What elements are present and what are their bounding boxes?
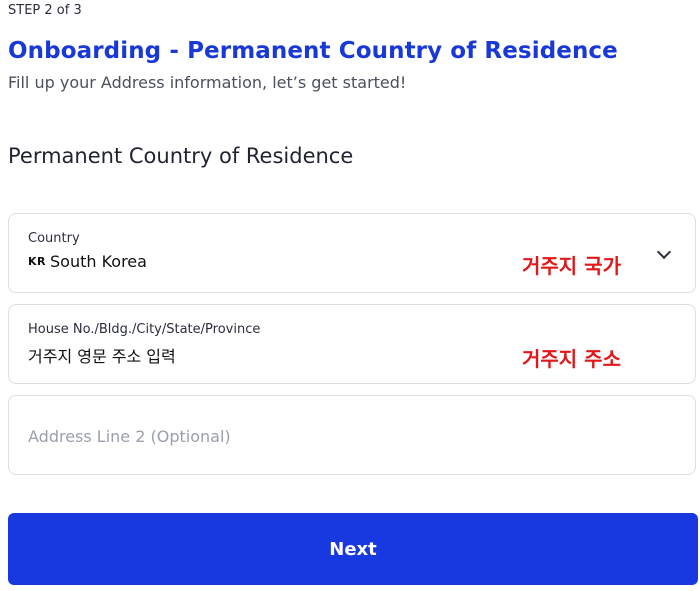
address-line2-field[interactable] — [8, 395, 696, 475]
address-line1-value[interactable]: 거주지 영문 주소 입력 — [28, 343, 176, 367]
address-line1-field[interactable]: House No./Bldg./City/State/Province 거주지 … — [8, 304, 696, 384]
address-line1-label: House No./Bldg./City/State/Province — [28, 322, 261, 337]
section-heading: Permanent Country of Residence — [8, 144, 354, 168]
page-title: Onboarding - Permanent Country of Reside… — [8, 38, 618, 64]
country-annotation: 거주지 국가 — [522, 254, 621, 278]
page-subtitle: Fill up your Address information, let’s … — [8, 73, 407, 92]
country-name: South Korea — [50, 252, 147, 271]
country-select[interactable]: Country KR South Korea 거주지 국가 — [8, 213, 696, 293]
country-code: KR — [28, 255, 46, 268]
address-annotation: 거주지 주소 — [522, 347, 621, 371]
next-button[interactable]: Next — [8, 513, 698, 585]
chevron-down-icon[interactable] — [656, 244, 672, 260]
step-indicator: STEP 2 of 3 — [8, 3, 82, 18]
country-value: KR South Korea — [28, 252, 147, 271]
country-label: Country — [28, 231, 80, 246]
address-line2-input[interactable] — [28, 422, 588, 450]
onboarding-page: STEP 2 of 3 Onboarding - Permanent Count… — [0, 0, 700, 591]
